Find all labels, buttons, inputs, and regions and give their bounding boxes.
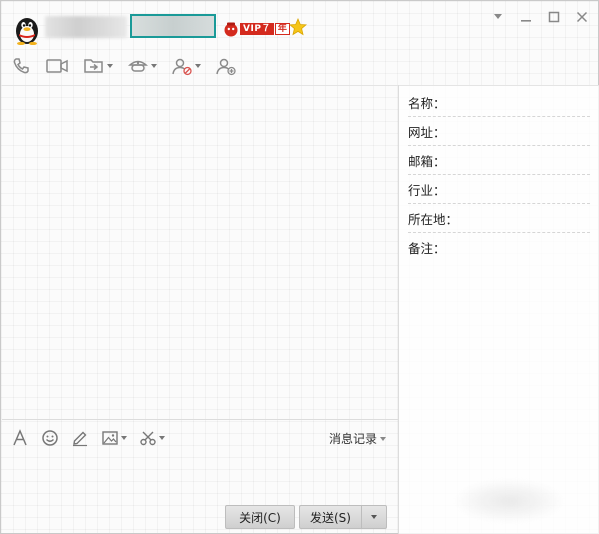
- app-center-icon: [128, 60, 148, 72]
- dropdown-menu-button[interactable]: [490, 9, 506, 25]
- chevron-down-icon: [151, 64, 157, 68]
- info-label: 备注：: [408, 240, 446, 256]
- info-label: 行业：: [408, 182, 446, 198]
- send-button[interactable]: 发送(S): [299, 505, 361, 529]
- handwrite-icon: [73, 431, 87, 447]
- vip-level-label: VIP７: [240, 23, 274, 35]
- chevron-down-icon: [494, 14, 502, 19]
- voice-call-button[interactable]: [11, 56, 31, 76]
- handwrite-button[interactable]: [71, 429, 89, 447]
- vip-face-icon: [224, 22, 238, 37]
- star-icon[interactable]: [289, 18, 307, 36]
- message-record-label: 消息记录: [329, 432, 378, 446]
- maximize-icon: [548, 11, 560, 23]
- add-friend-icon: [216, 58, 236, 76]
- contact-info-panel: 名称： 网址： 邮箱： 行业： 所在地： 备注：: [399, 86, 599, 534]
- message-history-area[interactable]: [2, 85, 398, 419]
- info-row-location: 所在地：: [408, 204, 590, 233]
- send-options-button[interactable]: [361, 505, 387, 529]
- info-row-email: 邮箱：: [408, 146, 590, 175]
- info-row-website: 网址：: [408, 117, 590, 146]
- vip-year-label: 年: [274, 23, 290, 35]
- chat-toolbar: [11, 55, 251, 77]
- info-label: 邮箱：: [408, 153, 446, 169]
- close-button[interactable]: [574, 9, 590, 25]
- font-icon: [13, 429, 27, 446]
- message-record-button[interactable]: 消息记录: [329, 430, 387, 447]
- input-toolbar: [11, 429, 177, 447]
- screenshot-button[interactable]: [139, 429, 165, 447]
- window-controls: [490, 9, 590, 25]
- video-icon: [46, 59, 68, 73]
- image-button[interactable]: [101, 429, 127, 447]
- app-center-button[interactable]: [127, 56, 157, 76]
- nickname-blurred: [45, 16, 127, 38]
- minimize-icon: [521, 20, 531, 22]
- info-row-name: 名称：: [408, 88, 590, 117]
- chevron-down-icon: [380, 436, 387, 441]
- emoji-button[interactable]: [41, 429, 59, 447]
- info-label: 网址：: [408, 124, 446, 140]
- chevron-down-icon: [371, 515, 377, 519]
- block-user-button[interactable]: [171, 56, 201, 76]
- chat-window: VIP７ 年 消息记录 关闭(C) 发送(S) 名称： 网址： 邮箱： 行业： …: [0, 0, 599, 534]
- phone-icon: [13, 58, 29, 74]
- info-row-industry: 行业：: [408, 175, 590, 204]
- video-call-button[interactable]: [45, 56, 69, 76]
- input-divider: [2, 419, 398, 420]
- blurred-region: [453, 479, 565, 523]
- chevron-down-icon: [107, 64, 113, 68]
- file-transfer-icon: [84, 59, 103, 73]
- add-friend-button[interactable]: [215, 56, 237, 76]
- file-transfer-button[interactable]: [83, 56, 113, 76]
- info-label: 所在地：: [408, 211, 459, 227]
- remark-name-field[interactable]: [130, 14, 216, 38]
- emoji-icon: [42, 430, 58, 446]
- info-row-remark: 备注：: [408, 233, 590, 261]
- chevron-down-icon: [195, 64, 201, 68]
- block-user-icon: [172, 58, 192, 76]
- close-chat-button[interactable]: 关闭(C): [225, 505, 295, 529]
- chevron-down-icon: [159, 436, 165, 440]
- info-label: 名称：: [408, 95, 446, 111]
- vip-badge[interactable]: VIP７ 年: [223, 21, 290, 37]
- maximize-button[interactable]: [546, 9, 562, 25]
- scissors-icon: [140, 431, 156, 446]
- close-icon: [576, 11, 588, 23]
- image-icon: [102, 431, 118, 445]
- chevron-down-icon: [121, 436, 127, 440]
- font-button[interactable]: [11, 429, 29, 447]
- minimize-button[interactable]: [518, 9, 534, 25]
- qq-penguin-avatar[interactable]: [11, 13, 43, 46]
